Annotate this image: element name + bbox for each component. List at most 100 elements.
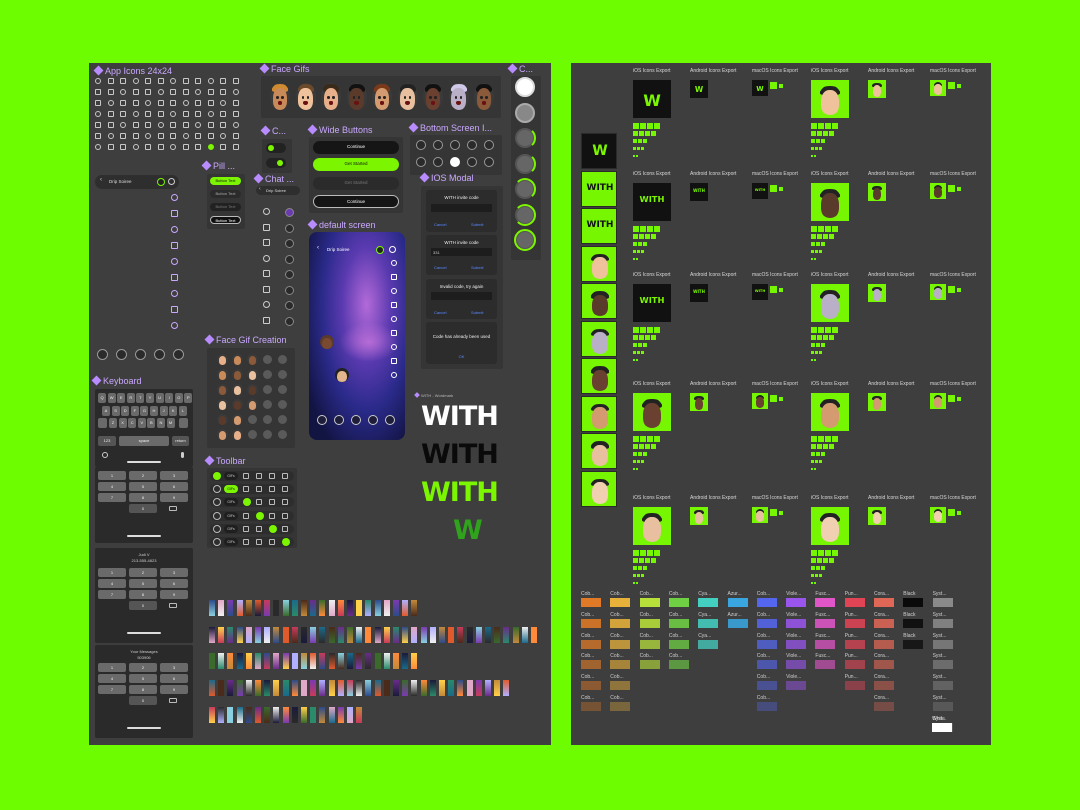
numpad-key[interactable]: 5 xyxy=(129,674,157,683)
wallpaper-thumb[interactable] xyxy=(328,627,335,643)
face-gif[interactable] xyxy=(448,83,469,110)
toolbar-icon[interactable] xyxy=(256,499,262,506)
key-b[interactable]: B xyxy=(147,418,156,428)
chat-icon[interactable] xyxy=(263,254,270,262)
toolbar-icon[interactable] xyxy=(269,473,275,479)
wallpaper-thumb[interactable] xyxy=(282,680,289,696)
face-gif[interactable] xyxy=(423,83,443,110)
wallpaper-thumb[interactable] xyxy=(218,680,225,696)
gifs-button[interactable]: GIFs xyxy=(224,498,238,507)
action-icon[interactable] xyxy=(97,349,108,360)
app-icon[interactable] xyxy=(107,144,114,150)
color-swatch[interactable] xyxy=(581,639,601,649)
wallpaper-thumb[interactable] xyxy=(319,600,326,616)
screen-chat-icon[interactable] xyxy=(389,246,396,253)
app-icon[interactable] xyxy=(95,78,101,84)
wallpaper-thumb[interactable] xyxy=(365,653,372,669)
app-icon[interactable] xyxy=(107,133,114,139)
wallpaper-thumb[interactable] xyxy=(402,627,409,643)
back-chevron-icon[interactable]: ‹ xyxy=(100,177,102,183)
color-swatch[interactable] xyxy=(932,681,953,691)
wallpaper-thumb[interactable] xyxy=(383,653,390,669)
color-swatch[interactable] xyxy=(874,598,894,607)
wallpaper-thumb[interactable] xyxy=(264,653,271,669)
app-icon[interactable] xyxy=(170,144,176,150)
key-j[interactable]: J xyxy=(159,405,168,416)
wallpaper-thumb[interactable] xyxy=(209,627,215,643)
bottom-screen-icon[interactable] xyxy=(467,157,477,167)
toolbar-icon[interactable] xyxy=(282,486,288,493)
key-z[interactable]: Z xyxy=(109,418,117,428)
face-gif[interactable] xyxy=(346,83,367,110)
wallpaper-thumb[interactable] xyxy=(291,653,298,669)
wallpaper-thumb[interactable] xyxy=(374,653,381,669)
color-swatch[interactable] xyxy=(932,660,953,670)
color-swatch[interactable] xyxy=(756,702,777,711)
wallpaper-thumb[interactable] xyxy=(356,653,363,669)
action-icon[interactable] xyxy=(135,349,146,360)
wallpaper-thumb[interactable] xyxy=(245,627,252,643)
toolbar-icon[interactable] xyxy=(243,525,249,532)
app-icon[interactable] xyxy=(157,144,164,150)
app-icon[interactable] xyxy=(157,111,164,117)
wallpaper-thumb[interactable] xyxy=(439,627,445,643)
chat-icon[interactable] xyxy=(263,316,270,324)
app-icon[interactable] xyxy=(182,111,189,117)
chat-toggle[interactable] xyxy=(266,143,286,153)
space-key[interactable]: space xyxy=(119,436,169,446)
bottom-screen-icon[interactable] xyxy=(450,157,460,167)
wallpaper-thumb[interactable] xyxy=(310,653,317,669)
wallpaper-thumb[interactable] xyxy=(393,627,399,643)
wallpaper-thumb[interactable] xyxy=(264,600,271,616)
plus-button[interactable] xyxy=(213,511,221,520)
wallpaper-thumb[interactable] xyxy=(264,707,271,723)
numpad-key[interactable]: 3 xyxy=(160,568,188,577)
bottom-screen-icon[interactable] xyxy=(416,140,426,150)
key-o[interactable]: O xyxy=(174,393,183,403)
toolbar-icon[interactable] xyxy=(269,524,277,533)
bottom-screen-icon[interactable] xyxy=(433,157,443,167)
chat-back-icon[interactable]: ‹ xyxy=(259,186,261,192)
wallpaper-thumb[interactable] xyxy=(319,627,326,643)
color-swatch[interactable] xyxy=(844,660,865,670)
wallpaper-thumb[interactable] xyxy=(337,707,344,723)
app-icon[interactable] xyxy=(120,111,126,117)
wallpaper-thumb[interactable] xyxy=(245,653,252,669)
screen-side-icon[interactable] xyxy=(391,330,397,336)
app-icon[interactable] xyxy=(182,100,189,106)
gifs-button[interactable]: GIFs xyxy=(224,538,238,546)
color-swatch[interactable] xyxy=(932,618,953,628)
with-logo-icon[interactable] xyxy=(157,178,165,186)
face-gif[interactable] xyxy=(321,83,341,110)
creation-face[interactable] xyxy=(232,414,243,425)
app-icon[interactable] xyxy=(207,78,214,84)
wallpaper-thumb[interactable] xyxy=(236,600,243,616)
key-y[interactable]: Y xyxy=(146,393,154,403)
wallpaper-thumb[interactable] xyxy=(236,707,243,723)
color-swatch[interactable] xyxy=(581,598,601,607)
toolbar-icon[interactable] xyxy=(243,498,251,507)
submit-link[interactable]: Submit xyxy=(471,222,483,227)
wallpaper-thumb[interactable] xyxy=(429,627,436,643)
color-swatch[interactable] xyxy=(610,639,631,649)
creation-face[interactable] xyxy=(217,384,228,395)
key-t[interactable]: T xyxy=(136,393,145,403)
submit-link-2[interactable]: Submit xyxy=(471,265,483,270)
app-icon[interactable] xyxy=(182,89,189,95)
color-swatch[interactable] xyxy=(874,639,894,649)
toolbar-icon[interactable] xyxy=(282,499,288,506)
color-swatch[interactable] xyxy=(727,618,748,628)
wallpaper-thumb[interactable] xyxy=(365,600,372,616)
color-swatch[interactable] xyxy=(698,639,719,649)
toolbar-icon[interactable] xyxy=(282,538,290,546)
color-swatch[interactable] xyxy=(874,618,894,628)
wallpaper-thumb[interactable] xyxy=(227,627,234,643)
wallpaper-thumb[interactable] xyxy=(264,680,271,696)
nav-icon[interactable] xyxy=(171,194,178,201)
wallpaper-thumb[interactable] xyxy=(356,627,363,643)
wallpaper-thumb[interactable] xyxy=(273,600,280,616)
numpad-key[interactable]: 3 xyxy=(160,663,188,672)
wallpaper-thumb[interactable] xyxy=(531,627,537,643)
numpad-key[interactable]: 7 xyxy=(98,685,126,694)
app-icon[interactable] xyxy=(170,122,176,128)
